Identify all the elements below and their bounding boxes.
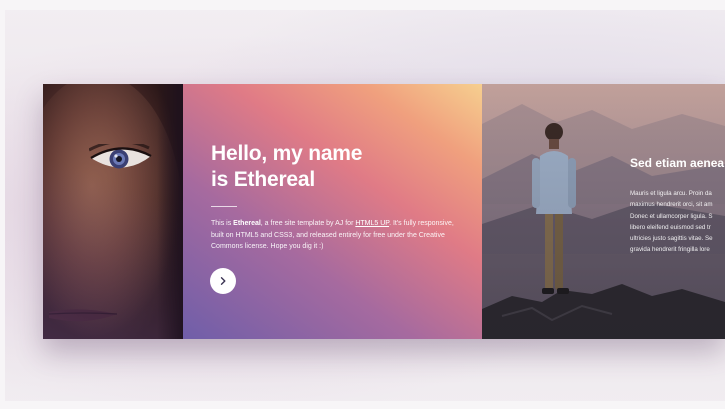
portrait-image-panel [43,84,183,339]
frame-border-left [0,0,5,409]
intro-text-strong: Ethereal [233,220,261,227]
intro-panel: Hello, my name is Ethereal This is Ether… [183,84,482,339]
frame-border-bottom [0,401,725,409]
html5up-link[interactable]: HTML5 UP [355,220,389,227]
second-panel-text-line: Mauris et ligula arcu. Proin da [630,190,712,197]
horizontal-panel-strip[interactable]: Hello, my name is Ethereal This is Ether… [43,84,725,339]
second-panel-text-line: ultricies justo sagittis vitae. Se [630,235,713,243]
chevron-right-icon [220,277,226,285]
intro-text-mid: , a free site template by AJ for [260,220,356,227]
intro-text-prefix: This is [211,220,234,227]
second-panel-text-line: Donec et ullamcorper ligula. S [630,212,713,220]
second-panel-title: Sed etiam aenea [630,156,725,170]
second-panel-text-line: libero eleifend euismod sed tr [630,223,711,231]
intro-title-line-2: is Ethereal [211,168,316,191]
second-panel-text: Mauris et ligula arcu. Proin da maximus … [630,188,725,256]
frame-border-top [0,0,725,10]
portrait-edge-shadow [157,84,183,339]
intro-title: Hello, my name is Ethereal [211,141,461,193]
intro-description: This is Ethereal, a free site template b… [211,218,459,253]
intro-title-line-1: Hello, my name [211,142,363,165]
second-panel-text-line: maximus hendrerit orci, sit am [630,201,713,209]
next-panel-button[interactable] [210,268,236,294]
title-divider [211,206,237,207]
second-panel-text-line: gravida hendrerit fringilla lore [630,246,710,254]
second-panel: Sed etiam aenea Mauris et ligula arcu. P… [482,84,725,339]
